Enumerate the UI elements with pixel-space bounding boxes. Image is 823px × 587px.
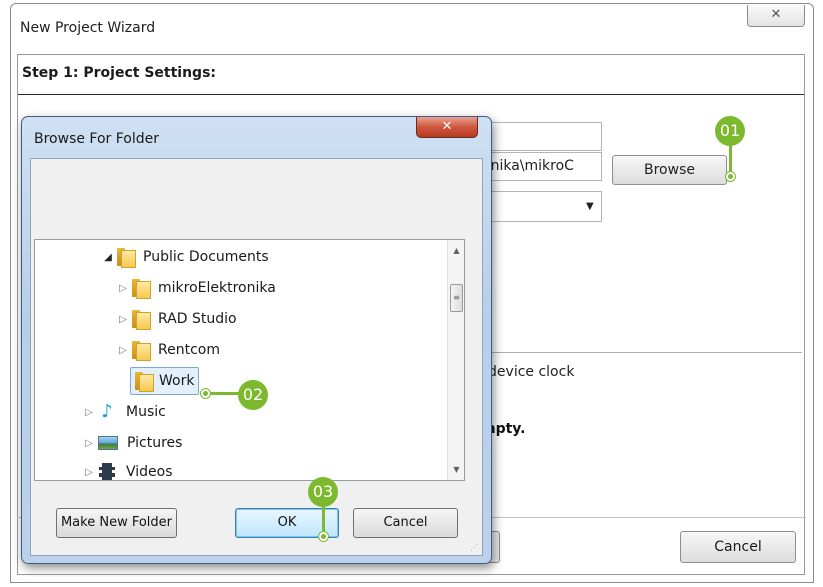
tree-item-pictures[interactable]: ▷ Pictures bbox=[82, 429, 186, 457]
tree-item-label: Work bbox=[159, 373, 195, 389]
project-name-input[interactable] bbox=[482, 122, 602, 151]
step-title: Step 1: Project Settings: bbox=[22, 65, 217, 81]
close-icon: ✕ bbox=[441, 119, 453, 134]
dialog-close-button[interactable]: ✕ bbox=[416, 117, 478, 138]
expand-arrow-icon[interactable]: ▷ bbox=[82, 467, 96, 478]
callout-01-badge: 01 bbox=[715, 116, 745, 146]
chevron-down-icon[interactable]: ▼ bbox=[586, 201, 594, 212]
callout-01-dot bbox=[726, 172, 735, 181]
scroll-down-arrow-icon[interactable]: ▼ bbox=[448, 461, 464, 478]
expand-arrow-icon[interactable]: ▷ bbox=[82, 438, 96, 449]
wizard-cancel-button[interactable]: Cancel bbox=[680, 531, 796, 563]
folder-icon bbox=[117, 247, 136, 268]
tree-item-music[interactable]: ▷ ♪ Music bbox=[82, 398, 170, 426]
close-icon: ✕ bbox=[770, 7, 782, 22]
callout-02-line bbox=[207, 392, 240, 395]
folder-icon bbox=[132, 340, 151, 361]
tree-item-label: Music bbox=[126, 404, 166, 420]
tree-item-label: mikroElektronika bbox=[158, 280, 276, 296]
tree-item-label: Rentcom bbox=[158, 342, 220, 358]
pictures-icon bbox=[98, 436, 118, 450]
tree-item-label: Videos bbox=[126, 464, 173, 480]
browse-button[interactable]: Browse bbox=[612, 155, 727, 185]
tree-item-label: Pictures bbox=[127, 435, 183, 451]
tree-item-work-selected[interactable]: Work bbox=[130, 367, 200, 395]
callout-02-dot bbox=[201, 389, 210, 398]
section-divider bbox=[470, 352, 802, 353]
folder-icon bbox=[135, 371, 154, 392]
tree-item-rad-studio[interactable]: ▷ RAD Studio bbox=[116, 305, 241, 333]
resize-grip-icon[interactable]: ⋰ bbox=[470, 543, 480, 553]
device-combo[interactable] bbox=[482, 191, 602, 222]
tree-item-label: RAD Studio bbox=[158, 311, 237, 327]
expand-arrow-icon[interactable]: ▷ bbox=[116, 314, 130, 325]
grip-icon: ≡ bbox=[453, 293, 460, 302]
folder-icon bbox=[132, 278, 151, 299]
callout-02-badge: 02 bbox=[238, 380, 268, 410]
videos-icon bbox=[99, 463, 115, 480]
tree-item-rentcom[interactable]: ▷ Rentcom bbox=[116, 336, 224, 364]
callout-03-dot bbox=[319, 532, 328, 541]
scroll-up-arrow-icon[interactable]: ▲ bbox=[448, 242, 464, 259]
folder-tree[interactable]: ◢ Public Documents ▷ mikroElektronika ▷ … bbox=[34, 239, 465, 481]
tree-item-label: Public Documents bbox=[143, 249, 269, 265]
music-icon: ♪ bbox=[101, 401, 113, 422]
dialog-content: ◢ Public Documents ▷ mikroElektronika ▷ … bbox=[30, 158, 483, 556]
folder-icon bbox=[132, 309, 151, 330]
tree-scrollbar[interactable]: ▲ ≡ ▼ bbox=[447, 240, 464, 480]
tree-item-public-documents[interactable]: ◢ Public Documents bbox=[101, 243, 273, 271]
tree-item-work[interactable]: Work bbox=[116, 367, 200, 395]
scroll-thumb[interactable]: ≡ bbox=[450, 284, 463, 312]
wizard-close-button[interactable]: ✕ bbox=[747, 5, 805, 27]
wizard-cancel-label: Cancel bbox=[714, 539, 762, 555]
dialog-cancel-button[interactable]: Cancel bbox=[353, 508, 458, 538]
expand-arrow-icon[interactable]: ▷ bbox=[82, 407, 96, 418]
callout-03-badge: 03 bbox=[308, 477, 338, 507]
step-divider bbox=[18, 94, 804, 95]
expand-arrow-icon[interactable]: ▷ bbox=[116, 345, 130, 356]
make-new-folder-button[interactable]: Make New Folder bbox=[56, 508, 177, 538]
wizard-title: New Project Wizard bbox=[20, 20, 156, 36]
tree-item-mikroelektronika[interactable]: ▷ mikroElektronika bbox=[116, 274, 280, 302]
browse-for-folder-dialog: Browse For Folder ✕ ◢ Public Documents ▷… bbox=[21, 116, 492, 564]
wizard-titlebar[interactable]: New Project Wizard ✕ bbox=[11, 4, 813, 46]
tree-item-videos[interactable]: ▷ Videos bbox=[82, 458, 177, 480]
project-folder-value: onika\mikroC bbox=[482, 158, 574, 174]
collapse-arrow-icon[interactable]: ◢ bbox=[101, 252, 115, 263]
dialog-title: Browse For Folder bbox=[34, 131, 160, 147]
expand-arrow-icon[interactable]: ▷ bbox=[116, 283, 130, 294]
